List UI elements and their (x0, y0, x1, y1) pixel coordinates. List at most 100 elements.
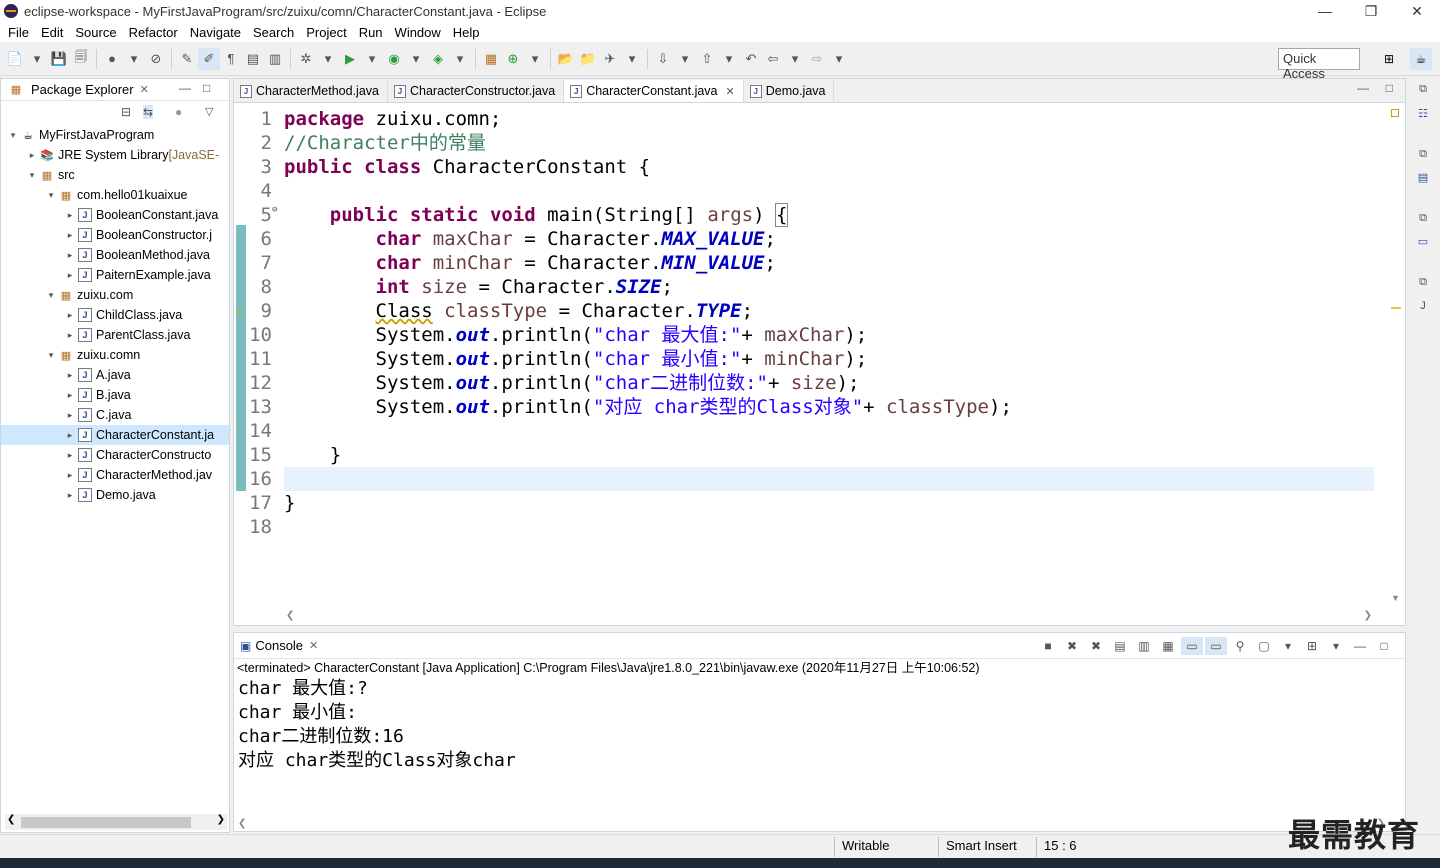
tab-demo[interactable]: J Demo.java (744, 80, 835, 102)
maximize-view-icon[interactable]: □ (1373, 637, 1395, 655)
warning-marker[interactable] (1391, 307, 1401, 309)
save-all-icon[interactable]: 🗐 (70, 48, 92, 70)
chevron-right-icon[interactable]: ▸ (64, 270, 76, 281)
tree-item[interactable]: ▸ J A.java (1, 365, 229, 385)
warning-icon[interactable]: ⚠ (236, 303, 243, 316)
tree-item[interactable]: ▸ J CharacterConstructo (1, 445, 229, 465)
tree-item[interactable]: ▾ ▦ zuixu.com (1, 285, 229, 305)
clear-console-icon[interactable]: ▤ (1109, 637, 1131, 655)
tree-item[interactable]: ▾ ▦ src (1, 165, 229, 185)
insert-mode-status[interactable]: Smart Insert (946, 838, 1017, 853)
quick-access-input[interactable]: Quick Access (1278, 48, 1360, 81)
tree-item[interactable]: ▸ J CharacterMethod.jav (1, 465, 229, 485)
close-view-icon[interactable]: ✕ (140, 83, 149, 96)
chevron-right-icon[interactable]: ▸ (26, 150, 38, 161)
display-console-icon[interactable]: ▢ (1253, 637, 1275, 655)
chevron-right-icon[interactable]: ▸ (64, 310, 76, 321)
menu-edit[interactable]: Edit (35, 25, 69, 40)
next-annotation-icon[interactable]: ⇩ (652, 48, 674, 70)
debug-icon[interactable]: ✲ (295, 48, 317, 70)
scroll-right-icon[interactable]: ❯ (1364, 610, 1372, 621)
dropdown-arrow-icon[interactable]: ▾ (405, 48, 427, 70)
chevron-right-icon[interactable]: ▸ (64, 450, 76, 461)
close-view-icon[interactable]: ✕ (309, 639, 318, 652)
restore-icon[interactable]: ⧉ (1412, 273, 1434, 292)
block-select-icon[interactable]: ▤ (242, 48, 264, 70)
back-icon[interactable]: ⇦ (762, 48, 784, 70)
menu-source[interactable]: Source (69, 25, 122, 40)
open-perspective-icon[interactable]: ⊞ (1378, 48, 1400, 70)
external-tools-icon[interactable]: ◈ (427, 48, 449, 70)
menu-search[interactable]: Search (247, 25, 300, 40)
minimize-editor-icon[interactable]: — (1357, 81, 1369, 95)
tree-item[interactable]: ▸ J BooleanConstant.java (1, 205, 229, 225)
restore-icon[interactable]: ⧉ (1412, 80, 1434, 99)
dropdown-arrow-icon[interactable]: ▾ (1277, 637, 1299, 655)
tree-item[interactable]: ▾ ▦ com.hello01kuaixue (1, 185, 229, 205)
toggle-mark-icon[interactable]: ✎ (176, 48, 198, 70)
code-area[interactable]: 1 2 3 4 5 6 7 8 9 10 11 12 13 14 15 16 17 18 ⊖ ⚠ package … (234, 105, 1374, 609)
chevron-right-icon[interactable]: ▸ (64, 410, 76, 421)
tree-item[interactable]: ▸ J PaiternExample.java (1, 265, 229, 285)
close-tab-icon[interactable]: ✕ (726, 85, 735, 98)
open-console-icon[interactable]: ⊞ (1301, 637, 1323, 655)
dropdown-arrow-icon[interactable]: ▾ (674, 48, 696, 70)
save-icon[interactable]: 💾 (48, 48, 70, 70)
close-window-button[interactable]: ✕ (1394, 0, 1440, 22)
open-type-icon[interactable]: 📂 (555, 48, 577, 70)
chevron-down-icon[interactable]: ▾ (7, 130, 19, 141)
chevron-right-icon[interactable]: ▸ (64, 250, 76, 261)
dropdown-arrow-icon[interactable]: ▾ (26, 48, 48, 70)
focus-icon[interactable]: ● (175, 105, 182, 119)
word-wrap-icon[interactable]: ▦ (1157, 637, 1179, 655)
menu-run[interactable]: Run (353, 25, 389, 40)
menu-project[interactable]: Project (300, 25, 352, 40)
new-package-icon[interactable]: ▦ (480, 48, 502, 70)
menu-navigate[interactable]: Navigate (184, 25, 247, 40)
dropdown-arrow-icon[interactable]: ▾ (317, 48, 339, 70)
link-editor-icon[interactable]: ⇆ (143, 105, 154, 119)
view-menu-icon[interactable]: ▽ (205, 105, 213, 118)
scroll-lock-icon[interactable]: ▥ (1133, 637, 1155, 655)
editor-hscroll[interactable]: ❮ ❯ (284, 609, 1374, 625)
tree-item[interactable]: ▸ J CharacterConstant.ja (1, 425, 229, 445)
outline-icon[interactable]: ☷ (1412, 103, 1434, 122)
chevron-right-icon[interactable]: ▸ (64, 490, 76, 501)
java-perspective-icon[interactable]: ☕ (1410, 48, 1432, 70)
tree-item[interactable]: ▸ J ChildClass.java (1, 305, 229, 325)
last-edit-icon[interactable]: ↶ (740, 48, 762, 70)
dropdown-arrow-icon[interactable]: ▾ (828, 48, 850, 70)
package-explorer-hscroll[interactable]: ❮ ❯ (5, 814, 227, 830)
show-source-icon[interactable]: ▥ (264, 48, 286, 70)
menu-window[interactable]: Window (389, 25, 447, 40)
maximize-button[interactable]: ❐ (1348, 0, 1394, 22)
tree-item[interactable]: ▸ J ParentClass.java (1, 325, 229, 345)
tree-item[interactable]: ▸ J C.java (1, 405, 229, 425)
profile-icon[interactable]: ● (101, 48, 123, 70)
chevron-right-icon[interactable]: ▸ (64, 470, 76, 481)
chevron-right-icon[interactable]: ▸ (64, 390, 76, 401)
run-icon[interactable]: ▶ (339, 48, 361, 70)
whitespace-icon[interactable]: ¶ (220, 48, 242, 70)
menu-refactor[interactable]: Refactor (123, 25, 184, 40)
tree-item[interactable]: ▸ J BooleanMethod.java (1, 245, 229, 265)
scroll-right-icon[interactable]: ❯ (217, 814, 225, 825)
minimize-view-icon[interactable]: — (179, 81, 191, 95)
dropdown-arrow-icon[interactable]: ▾ (718, 48, 740, 70)
dropdown-arrow-icon[interactable]: ▾ (524, 48, 546, 70)
show-stderr-icon[interactable]: ▭ (1205, 637, 1227, 655)
fold-icon[interactable]: ⊖ (272, 205, 277, 215)
restore-icon[interactable]: ⧉ (1412, 144, 1434, 163)
new-class-icon[interactable]: ⊕ (502, 48, 524, 70)
maximize-editor-icon[interactable]: □ (1386, 81, 1393, 95)
scroll-down-icon[interactable]: ▼ (1391, 593, 1400, 603)
menu-file[interactable]: File (2, 25, 35, 40)
tab-charactermethod[interactable]: J CharacterMethod.java (234, 80, 388, 102)
dropdown-arrow-icon[interactable]: ▾ (1325, 637, 1347, 655)
highlight-icon[interactable]: ✐ (198, 47, 220, 70)
scroll-thumb[interactable] (21, 817, 191, 828)
search-icon[interactable]: ✈ (599, 48, 621, 70)
tree-item[interactable]: ▸ J BooleanConstructor.j (1, 225, 229, 245)
overview-ruler-marker[interactable] (1391, 109, 1399, 117)
chevron-right-icon[interactable]: ▸ (64, 370, 76, 381)
